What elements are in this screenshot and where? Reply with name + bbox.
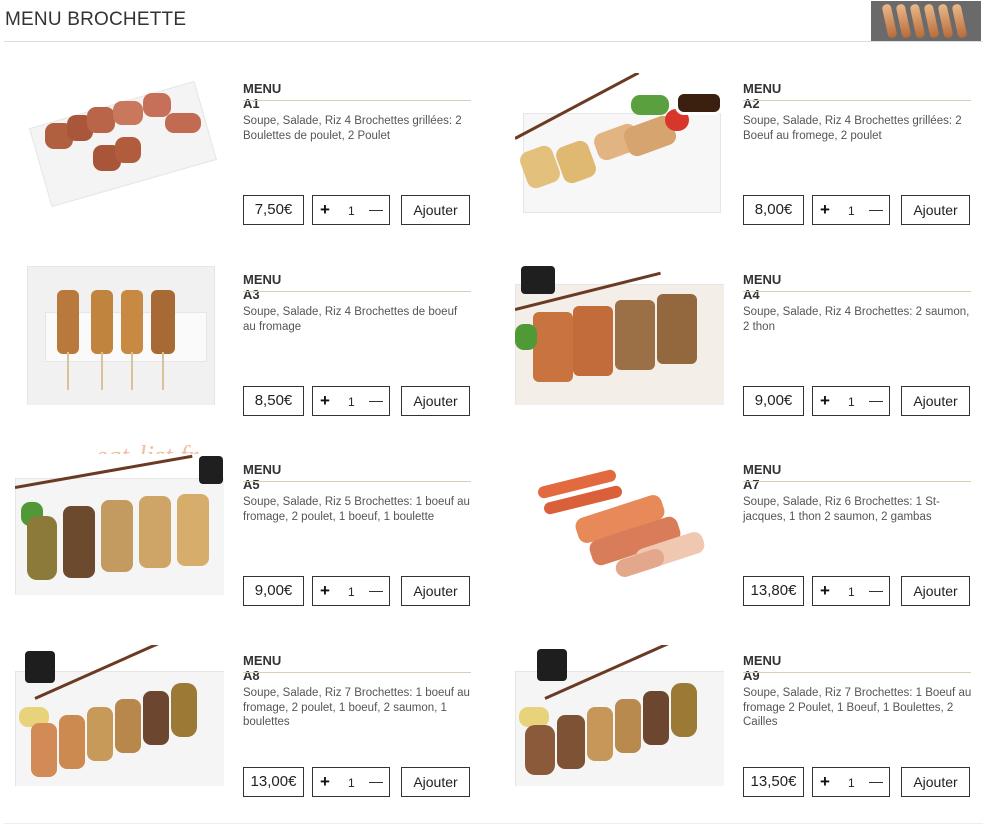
quantity-stepper[interactable]: + 1 xyxy=(312,576,390,606)
add-button[interactable]: Ajouter xyxy=(401,767,470,797)
menu-description: Soupe, Salade, Riz 6 Brochettes: 1 St-ja… xyxy=(743,496,940,523)
price-box: 13,00€ xyxy=(243,767,304,797)
plus-icon[interactable]: + xyxy=(320,581,330,601)
price-box: 8,50€ xyxy=(243,386,304,416)
plus-icon[interactable]: + xyxy=(820,391,830,411)
menu-description: Soupe, Salade, Riz 4 Brochettes: 2 saumo… xyxy=(743,306,970,333)
menu-photo[interactable] xyxy=(515,454,724,595)
quantity-stepper[interactable]: + 1 xyxy=(812,767,890,797)
quantity-value[interactable]: 1 xyxy=(848,395,855,409)
price-box: 7,50€ xyxy=(243,195,304,225)
title-divider xyxy=(743,100,971,101)
minus-icon[interactable] xyxy=(869,591,883,592)
price-box: 13,80€ xyxy=(743,576,804,606)
title-divider xyxy=(743,672,971,673)
add-button[interactable]: Ajouter xyxy=(401,195,470,225)
menu-title: MENU A7 xyxy=(743,462,782,492)
minus-icon[interactable] xyxy=(369,591,383,592)
minus-icon[interactable] xyxy=(869,401,883,402)
minus-icon[interactable] xyxy=(369,782,383,783)
menu-title: MENU A3 xyxy=(243,272,282,302)
menu-photo[interactable] xyxy=(515,264,724,405)
title-divider xyxy=(743,291,971,292)
quantity-value[interactable]: 1 xyxy=(848,776,855,790)
menu-description: Soupe, Salade, Riz 7 Brochettes: 1 Boeuf… xyxy=(743,687,972,728)
add-button[interactable]: Ajouter xyxy=(401,386,470,416)
menu-title: MENU A9 xyxy=(743,653,782,683)
quantity-value[interactable]: 1 xyxy=(348,585,355,599)
footer-divider xyxy=(4,823,983,824)
menu-description: Soupe, Salade, Riz 5 Brochettes: 1 boeuf… xyxy=(243,496,470,523)
quantity-stepper[interactable]: + 1 xyxy=(312,767,390,797)
plus-icon[interactable]: + xyxy=(320,200,330,220)
quantity-stepper[interactable]: + 1 xyxy=(812,195,890,225)
add-button[interactable]: Ajouter xyxy=(401,576,470,606)
quantity-value[interactable]: 1 xyxy=(848,585,855,599)
title-divider xyxy=(243,100,471,101)
menu-photo[interactable] xyxy=(15,645,224,786)
title-divider xyxy=(243,481,471,482)
plus-icon[interactable]: + xyxy=(820,581,830,601)
menu-title: MENU A5 xyxy=(243,462,282,492)
title-divider xyxy=(743,481,971,482)
menu-description: Soupe, Salade, Riz 7 Brochettes: 1 boeuf… xyxy=(243,687,470,728)
minus-icon[interactable] xyxy=(369,210,383,211)
quantity-stepper[interactable]: + 1 xyxy=(812,576,890,606)
page-title: MENU BROCHETTE xyxy=(5,9,187,30)
quantity-value[interactable]: 1 xyxy=(348,395,355,409)
menu-photo[interactable] xyxy=(15,73,224,214)
plus-icon[interactable]: + xyxy=(820,200,830,220)
minus-icon[interactable] xyxy=(869,782,883,783)
add-button[interactable]: Ajouter xyxy=(901,767,970,797)
quantity-stepper[interactable]: + 1 xyxy=(312,195,390,225)
price-box: 13,50€ xyxy=(743,767,804,797)
quantity-stepper[interactable]: + 1 xyxy=(812,386,890,416)
title-divider xyxy=(243,291,471,292)
price-box: 9,00€ xyxy=(743,386,804,416)
title-divider xyxy=(243,672,471,673)
minus-icon[interactable] xyxy=(869,210,883,211)
quantity-value[interactable]: 1 xyxy=(848,204,855,218)
price-box: 8,00€ xyxy=(743,195,804,225)
menu-title: MENU A8 xyxy=(243,653,282,683)
minus-icon[interactable] xyxy=(369,401,383,402)
plus-icon[interactable]: + xyxy=(820,772,830,792)
menu-photo[interactable] xyxy=(515,73,724,214)
add-button[interactable]: Ajouter xyxy=(901,386,970,416)
quantity-stepper[interactable]: + 1 xyxy=(312,386,390,416)
add-button[interactable]: Ajouter xyxy=(901,576,970,606)
menu-title: MENU A2 xyxy=(743,81,782,111)
menu-description: Soupe, Salade, Riz 4 Brochettes grillées… xyxy=(243,115,462,142)
menu-photo[interactable] xyxy=(15,264,224,405)
plus-icon[interactable]: + xyxy=(320,391,330,411)
header-divider xyxy=(4,41,983,42)
menu-photo[interactable] xyxy=(515,645,724,786)
menu-description: Soupe, Salade, Riz 4 Brochettes grillées… xyxy=(743,115,962,142)
quantity-value[interactable]: 1 xyxy=(348,204,355,218)
menu-title: MENU A4 xyxy=(743,272,782,302)
menu-title: MENU A1 xyxy=(243,81,282,111)
page-header: MENU BROCHETTE xyxy=(0,0,989,42)
menu-photo[interactable] xyxy=(15,454,224,595)
price-box: 9,00€ xyxy=(243,576,304,606)
menu-description: Soupe, Salade, Riz 4 Brochettes de boeuf… xyxy=(243,306,458,333)
plus-icon[interactable]: + xyxy=(320,772,330,792)
add-button[interactable]: Ajouter xyxy=(901,195,970,225)
quantity-value[interactable]: 1 xyxy=(348,776,355,790)
header-thumbnail-image xyxy=(871,1,981,41)
